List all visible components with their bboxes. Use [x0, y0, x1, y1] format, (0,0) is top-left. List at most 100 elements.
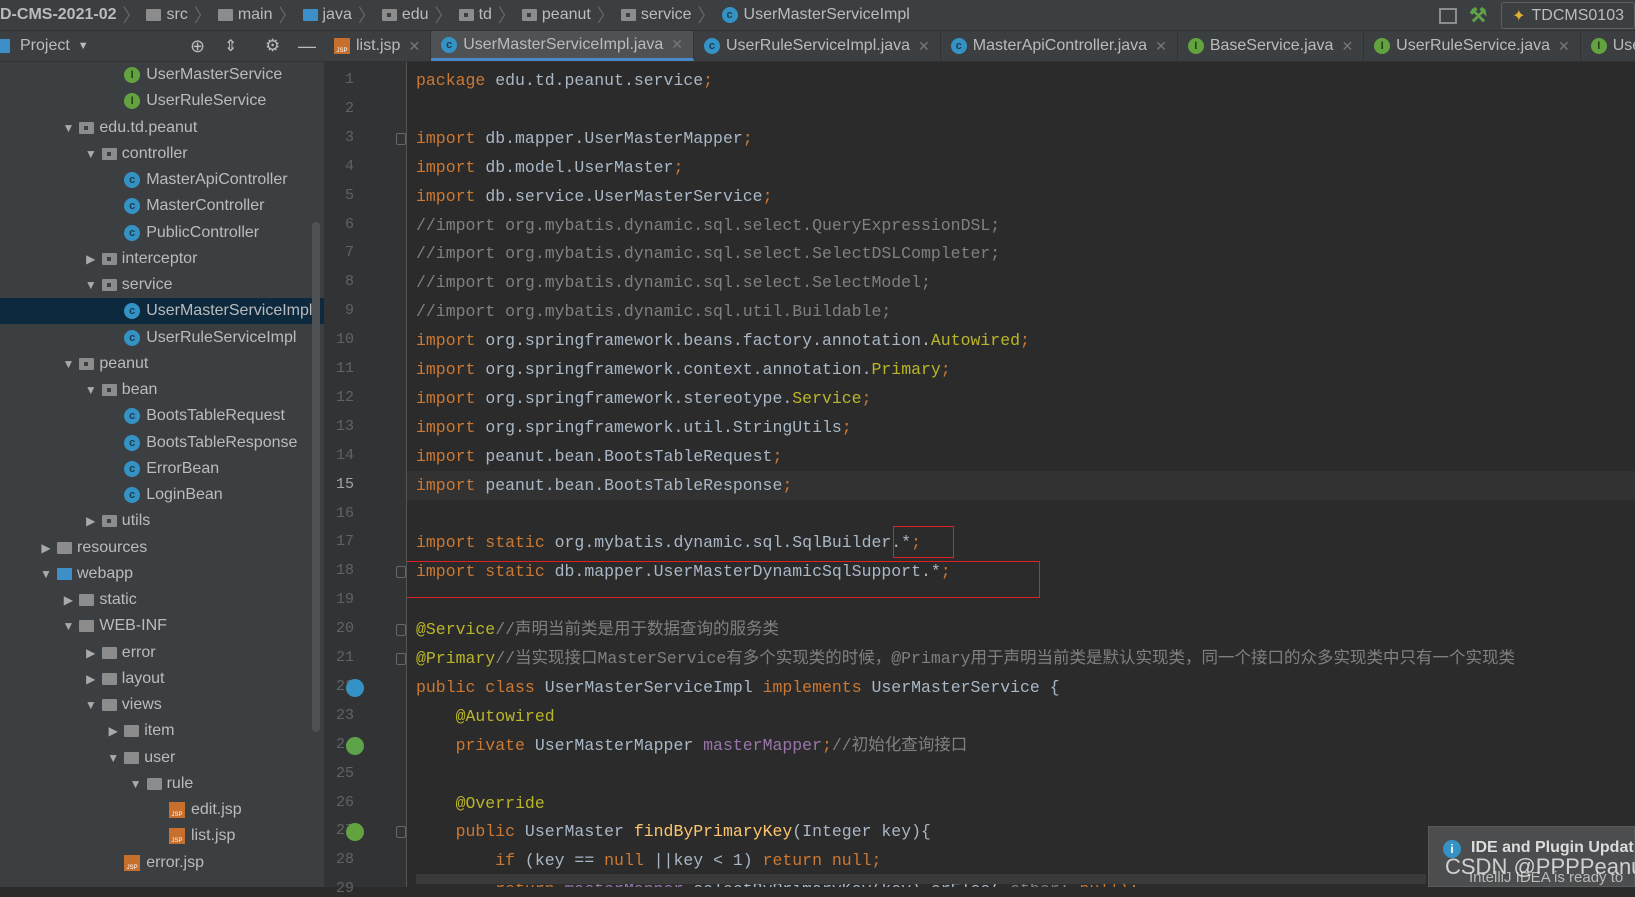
- code-line[interactable]: @Override: [416, 789, 545, 818]
- tab-usermasterserviceimpl-java[interactable]: c UserMasterServiceImpl.java ✕: [431, 31, 694, 61]
- breadcrumb-item[interactable]: 〉 td: [429, 2, 492, 28]
- tab-baseservice-java[interactable]: I BaseService.java ✕: [1178, 31, 1365, 61]
- breadcrumb-item[interactable]: 〉 c UserMasterServiceImpl: [692, 2, 910, 28]
- expanded-arrow-icon[interactable]: ▼: [80, 698, 102, 712]
- code-line[interactable]: //import org.mybatis.dynamic.sql.select.…: [416, 211, 1000, 240]
- gear-icon[interactable]: ⚙: [265, 36, 280, 56]
- breadcrumb-item[interactable]: 〉 main: [188, 2, 273, 28]
- tree-item[interactable]: JSP edit.jsp: [0, 797, 324, 823]
- fold-marker-icon[interactable]: [396, 624, 406, 637]
- build-hammer-icon[interactable]: ⚒: [1469, 3, 1487, 28]
- fold-marker-icon[interactable]: [396, 132, 406, 145]
- close-icon[interactable]: ✕: [408, 38, 420, 55]
- code-line[interactable]: public class UserMasterServiceImpl imple…: [416, 673, 1060, 702]
- tree-item[interactable]: ▶ layout: [0, 666, 324, 692]
- tree-item[interactable]: c UserMasterServiceImpl: [0, 298, 324, 325]
- collapse-all-icon[interactable]: ⇕: [224, 36, 237, 56]
- collapsed-arrow-icon[interactable]: ▶: [80, 252, 102, 266]
- run-configuration-selector[interactable]: ✦ TDCMS0103: [1501, 2, 1635, 29]
- code-line[interactable]: import org.springframework.util.StringUt…: [416, 413, 852, 442]
- fold-marker-icon[interactable]: [396, 566, 406, 579]
- tree-item[interactable]: ▶ error: [0, 640, 324, 666]
- tree-item[interactable]: JSP list.jsp: [0, 823, 324, 849]
- code-line[interactable]: import org.springframework.beans.factory…: [416, 326, 1030, 355]
- code-line[interactable]: if (key == null ||key < 1) return null;: [416, 846, 881, 875]
- close-icon[interactable]: ✕: [1155, 38, 1167, 55]
- breadcrumb-item[interactable]: D-CMS-2021-02: [0, 6, 116, 24]
- tree-item[interactable]: ▼ rule: [0, 771, 324, 797]
- tree-item[interactable]: c LoginBean: [0, 482, 324, 508]
- breadcrumb-item[interactable]: 〉 service: [591, 2, 692, 28]
- tree-item[interactable]: ▶ utils: [0, 508, 324, 534]
- collapsed-arrow-icon[interactable]: ▶: [80, 514, 102, 528]
- implemented-class-icon[interactable]: [346, 678, 364, 697]
- tree-item[interactable]: c PublicController: [0, 220, 324, 246]
- code-line[interactable]: import peanut.bean.BootsTableRequest;: [416, 442, 782, 471]
- code-editor[interactable]: package edu.td.peanut.service; import db.…: [407, 62, 1635, 887]
- expanded-arrow-icon[interactable]: ▼: [57, 357, 79, 371]
- tree-item[interactable]: JSP error.jsp: [0, 850, 324, 876]
- tree-item[interactable]: ▼ service: [0, 272, 324, 298]
- autowired-bean-icon[interactable]: [346, 736, 364, 755]
- code-line[interactable]: import db.service.UserMasterService;: [416, 182, 772, 211]
- expanded-arrow-icon[interactable]: ▼: [57, 121, 79, 135]
- breadcrumb-item[interactable]: 〉 edu: [352, 2, 429, 28]
- tree-item[interactable]: ▶ item: [0, 718, 324, 744]
- tree-item[interactable]: ▶ interceptor: [0, 246, 324, 272]
- overrides-method-icon[interactable]: [346, 823, 364, 842]
- code-line[interactable]: import org.springframework.stereotype.Se…: [416, 384, 871, 413]
- breadcrumb-item[interactable]: 〉 src: [116, 2, 187, 28]
- code-line[interactable]: package edu.td.peanut.service;: [416, 66, 713, 95]
- tree-item[interactable]: c BootsTableResponse: [0, 430, 324, 456]
- minimize-icon[interactable]: —: [298, 36, 316, 57]
- chevron-down-icon[interactable]: ▼: [78, 40, 89, 52]
- code-line[interactable]: private UserMasterMapper masterMapper;//…: [416, 731, 968, 760]
- code-line[interactable]: import peanut.bean.BootsTableResponse;: [416, 471, 792, 500]
- tab-use[interactable]: I Use: [1581, 31, 1635, 61]
- collapsed-arrow-icon[interactable]: ▶: [57, 593, 79, 607]
- tree-item[interactable]: ▼ WEB-INF: [0, 613, 324, 639]
- close-icon[interactable]: ✕: [1558, 38, 1570, 55]
- tree-item[interactable]: ▼ controller: [0, 141, 324, 167]
- tree-item[interactable]: c MasterApiController: [0, 167, 324, 193]
- code-line[interactable]: import db.mapper.UserMasterMapper;: [416, 124, 753, 153]
- code-line[interactable]: import db.model.UserMaster;: [416, 153, 683, 182]
- tree-item[interactable]: c MasterController: [0, 193, 324, 219]
- expanded-arrow-icon[interactable]: ▼: [125, 777, 147, 791]
- fold-marker-icon[interactable]: [396, 653, 406, 665]
- tree-item[interactable]: I UserMasterService: [0, 62, 324, 88]
- close-icon[interactable]: ✕: [918, 38, 930, 55]
- tree-item[interactable]: ▼ bean: [0, 377, 324, 403]
- locate-icon[interactable]: ⊕: [190, 36, 205, 57]
- code-line[interactable]: import org.springframework.context.annot…: [416, 355, 951, 384]
- tree-item[interactable]: ▼ views: [0, 692, 324, 718]
- expanded-arrow-icon[interactable]: ▼: [102, 751, 124, 765]
- tree-item[interactable]: c ErrorBean: [0, 456, 324, 482]
- collapsed-arrow-icon[interactable]: ▶: [35, 541, 57, 555]
- tree-item[interactable]: ▶ resources: [0, 535, 324, 561]
- tree-item[interactable]: ▼ edu.td.peanut: [0, 115, 324, 141]
- tab-userruleservice-java[interactable]: I UserRuleService.java ✕: [1364, 31, 1581, 61]
- horizontal-scrollbar[interactable]: [416, 874, 1426, 884]
- tree-item[interactable]: ▼ webapp: [0, 561, 324, 587]
- expanded-arrow-icon[interactable]: ▼: [80, 383, 102, 397]
- expanded-arrow-icon[interactable]: ▼: [57, 619, 79, 633]
- expanded-arrow-icon[interactable]: ▼: [80, 147, 102, 161]
- expanded-arrow-icon[interactable]: ▼: [35, 567, 57, 581]
- run-window-icon[interactable]: [1439, 7, 1458, 24]
- code-line[interactable]: //import org.mybatis.dynamic.sql.select.…: [416, 268, 931, 297]
- tab-userruleserviceimpl-java[interactable]: c UserRuleServiceImpl.java ✕: [694, 31, 941, 61]
- tree-item[interactable]: I UserRuleService: [0, 88, 324, 114]
- code-line[interactable]: @Autowired: [416, 702, 555, 731]
- breadcrumb-item[interactable]: 〉 java: [273, 2, 352, 28]
- tree-scrollbar[interactable]: [312, 222, 320, 732]
- collapsed-arrow-icon[interactable]: ▶: [102, 724, 124, 738]
- tree-item[interactable]: ▼ user: [0, 745, 324, 771]
- code-line[interactable]: //import org.mybatis.dynamic.sql.select.…: [416, 239, 1000, 268]
- code-line[interactable]: import static org.mybatis.dynamic.sql.Sq…: [416, 528, 921, 557]
- collapsed-arrow-icon[interactable]: ▶: [80, 672, 102, 686]
- close-icon[interactable]: ✕: [1341, 38, 1353, 55]
- collapsed-arrow-icon[interactable]: ▶: [80, 646, 102, 660]
- tree-item[interactable]: c UserRuleServiceImpl: [0, 325, 324, 351]
- tree-item[interactable]: ▶ static: [0, 587, 324, 613]
